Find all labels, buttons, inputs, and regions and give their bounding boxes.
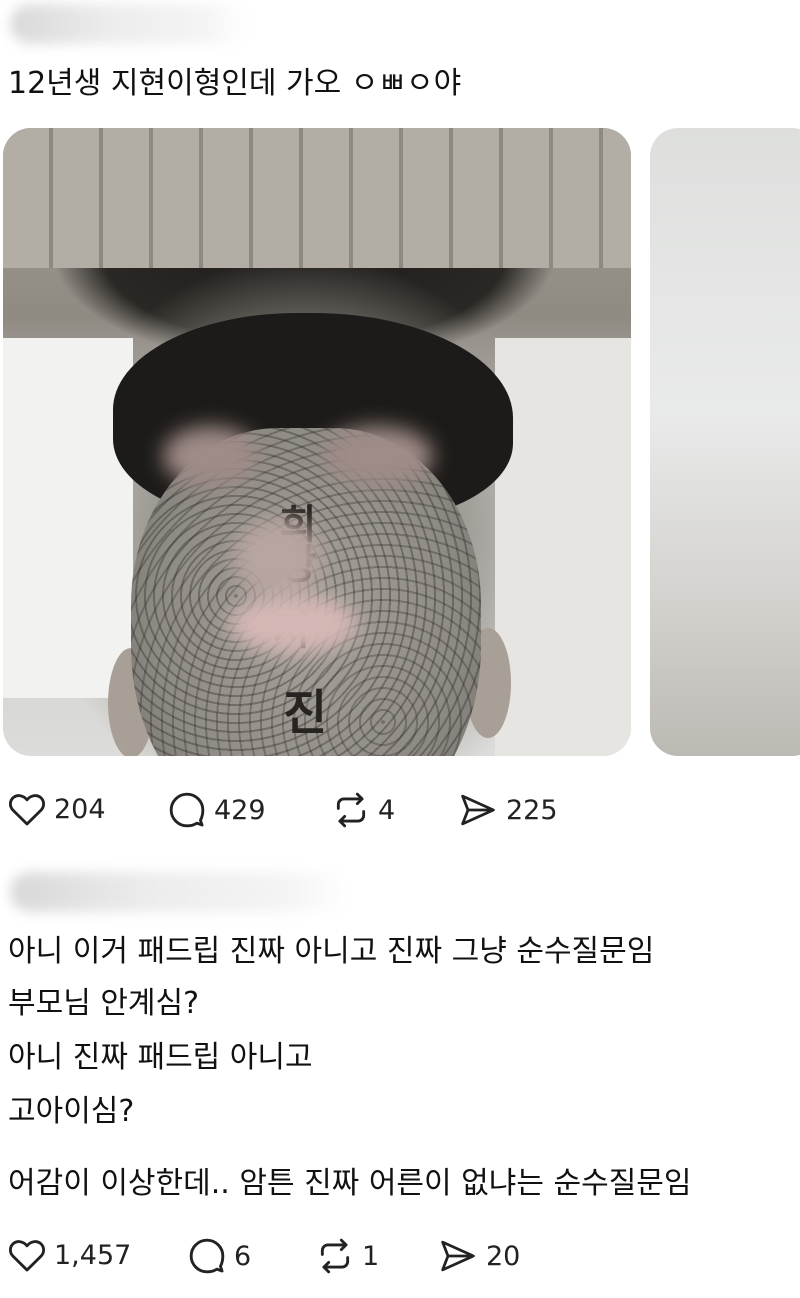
comment-icon bbox=[169, 792, 205, 828]
share-button[interactable]: 225 bbox=[458, 791, 558, 829]
repost-button[interactable]: 4 bbox=[332, 791, 395, 829]
share-count: 225 bbox=[506, 794, 558, 826]
like-count: 1,457 bbox=[54, 1239, 132, 1271]
blurred-eye-left bbox=[163, 426, 258, 486]
photo-ceiling bbox=[3, 128, 631, 268]
photo-wall-sign bbox=[495, 338, 631, 756]
post-line-2: 부모님 안계심? bbox=[8, 986, 200, 1021]
reply-button[interactable]: 6 bbox=[188, 1237, 251, 1275]
comment-icon bbox=[189, 1238, 225, 1274]
reply-count: 6 bbox=[234, 1240, 252, 1272]
media-carousel[interactable]: 희망 저 진 bbox=[0, 128, 800, 756]
second-photo[interactable] bbox=[650, 128, 800, 756]
post-line-3: 아니 진짜 패드립 아니고 bbox=[8, 1040, 313, 1075]
repost-button[interactable]: 1 bbox=[316, 1237, 379, 1275]
repost-icon bbox=[320, 1238, 350, 1274]
like-button[interactable]: 204 bbox=[8, 791, 106, 827]
blurred-eye-right bbox=[323, 426, 433, 486]
post-2-actions: 1,457 6 1 20 bbox=[0, 1237, 800, 1277]
send-icon bbox=[441, 1240, 475, 1272]
like-count: 204 bbox=[54, 793, 106, 825]
reply-count: 429 bbox=[214, 794, 266, 826]
send-icon bbox=[461, 794, 495, 826]
blurred-username bbox=[10, 872, 350, 912]
post-line-5: 어감이 이상한데.. 암튼 진짜 어른이 없냐는 순수질문임 bbox=[8, 1166, 692, 1201]
post-line-1: 아니 이거 패드립 진짜 아니고 진짜 그냥 순수질문임 bbox=[8, 934, 655, 969]
heart-icon bbox=[8, 1240, 46, 1272]
post-line-4: 고아이심? bbox=[8, 1094, 135, 1129]
heart-icon bbox=[8, 794, 46, 826]
repost-count: 4 bbox=[378, 794, 396, 826]
share-button[interactable]: 20 bbox=[438, 1237, 520, 1275]
reply-button[interactable]: 429 bbox=[168, 791, 266, 829]
blurred-mouth bbox=[228, 594, 358, 654]
post-1-actions: 204 429 4 225 bbox=[0, 791, 800, 831]
blurred-nose bbox=[233, 518, 323, 598]
photo-window bbox=[3, 338, 133, 698]
blurred-username bbox=[10, 4, 250, 44]
share-count: 20 bbox=[486, 1240, 521, 1272]
tattoo-face-photo[interactable]: 희망 저 진 bbox=[3, 128, 631, 756]
tattoo-text-bottom: 진 bbox=[283, 685, 328, 741]
post-text: 12년생 지현이형인데 가오 ㅇㅃㅇ야 bbox=[8, 66, 462, 101]
like-button[interactable]: 1,457 bbox=[8, 1237, 131, 1273]
repost-icon bbox=[336, 792, 366, 828]
repost-count: 1 bbox=[362, 1240, 380, 1272]
